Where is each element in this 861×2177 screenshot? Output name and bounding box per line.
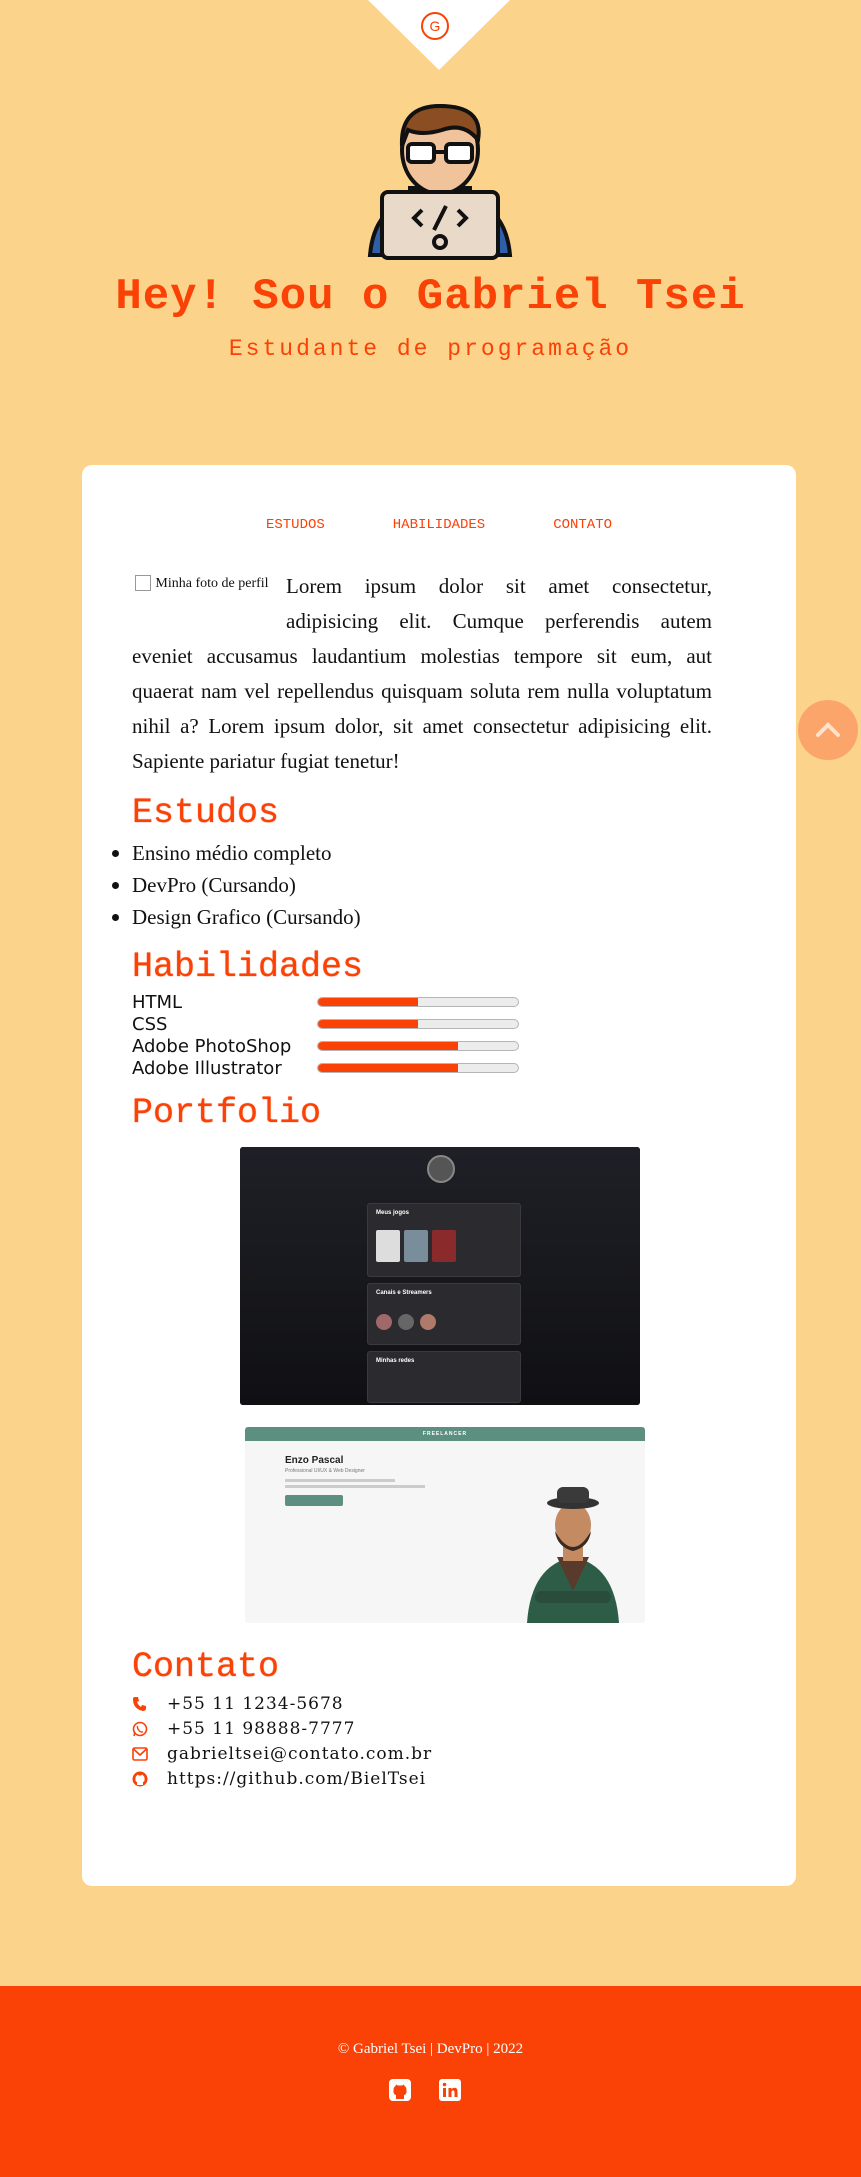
skill-progress-bar	[317, 997, 519, 1007]
skill-row: CSS	[132, 1013, 712, 1035]
skill-progress-fill	[318, 998, 418, 1006]
site-footer: © Gabriel Tsei | DevPro | 2022	[0, 1986, 861, 2177]
contact-item[interactable]: +55 11 1234-5678	[132, 1691, 712, 1716]
portfolio-project-linktree[interactable]: Meus jogos Canais e Streamers Minhas red…	[240, 1147, 640, 1405]
chevron-up-icon	[816, 722, 840, 737]
skill-progress-bar	[317, 1063, 519, 1073]
skill-row: Adobe PhotoShop	[132, 1035, 712, 1057]
skills-heading: Habilidades	[132, 947, 364, 987]
profile-photo-alt: Minha foto de perfil	[155, 576, 269, 591]
hero-subtitle: Estudante de programação	[228, 336, 633, 362]
social-links	[388, 2078, 462, 2102]
skill-progress-fill	[318, 1020, 418, 1028]
contact-item[interactable]: https://github.com/BielTsei	[132, 1766, 712, 1791]
nav-link-contato[interactable]: CONTATO	[553, 517, 612, 533]
list-item: Ensino médio completo	[112, 837, 712, 869]
project-card-title: Canais e Streamers	[376, 1290, 432, 1296]
portfolio-heading: Portfolio	[132, 1093, 322, 1133]
hero-title: Hey! Sou o Gabriel Tsei	[115, 272, 746, 322]
skill-progress-fill	[318, 1042, 458, 1050]
skill-progress-bar	[317, 1041, 519, 1051]
scroll-to-top-button[interactable]	[798, 700, 858, 760]
nav-link-habilidades[interactable]: HABILIDADES	[393, 517, 485, 533]
contact-item[interactable]: gabrieltsei@contato.com.br	[132, 1741, 712, 1766]
skill-name: HTML	[132, 991, 183, 1013]
nav-link-estudos[interactable]: ESTUDOS	[266, 517, 325, 533]
logo-icon[interactable]: G	[421, 12, 449, 40]
profile-photo: Minha foto de perfil	[132, 575, 272, 625]
portfolio-project-freelancer[interactable]: FREELANCER Enzo Pascal Professional UI/U…	[245, 1427, 645, 1623]
github-icon[interactable]	[388, 2078, 412, 2102]
contact-heading: Contato	[132, 1647, 280, 1687]
studies-heading: Estudos	[132, 793, 280, 833]
skills-list: HTML CSS Adobe PhotoShop Adobe Illustrat…	[132, 991, 712, 1079]
whatsapp-icon	[132, 1721, 148, 1736]
skill-name: Adobe Illustrator	[132, 1057, 282, 1079]
footer-copyright: © Gabriel Tsei | DevPro | 2022	[337, 2041, 524, 2057]
list-item: DevPro (Cursando)	[112, 869, 712, 901]
contact-phone: +55 11 1234-5678	[167, 1693, 344, 1714]
project-cta-button	[285, 1495, 343, 1506]
main-card: ESTUDOS HABILIDADES CONTATO Minha foto d…	[82, 465, 796, 1886]
skill-name: CSS	[132, 1013, 168, 1035]
project-banner: FREELANCER	[245, 1427, 645, 1441]
skill-row: HTML	[132, 991, 712, 1013]
project-card: Meus jogos	[367, 1203, 521, 1277]
project-banner-text: FREELANCER	[422, 1431, 468, 1437]
project-avatar	[427, 1155, 455, 1183]
phone-icon	[133, 1696, 146, 1711]
project-card-title: Minhas redes	[376, 1358, 415, 1364]
skill-progress-fill	[318, 1064, 458, 1072]
project-card: Minhas redes	[367, 1351, 521, 1403]
email-icon	[132, 1746, 148, 1761]
contact-github: https://github.com/BielTsei	[167, 1768, 427, 1789]
skill-name: Adobe PhotoShop	[132, 1035, 292, 1057]
developer-avatar	[367, 103, 513, 260]
studies-list: Ensino médio completo DevPro (Cursando) …	[112, 837, 712, 933]
project-person-name: Enzo Pascal	[285, 1455, 344, 1466]
contact-list: +55 11 1234-5678 +55 11 98888-7777 gabri…	[132, 1691, 712, 1791]
main-content: Minha foto de perfil Lorem ipsum dolor s…	[112, 569, 712, 1791]
contact-whatsapp: +55 11 98888-7777	[167, 1718, 356, 1739]
contact-item[interactable]: +55 11 98888-7777	[132, 1716, 712, 1741]
skill-row: Adobe Illustrator	[132, 1057, 712, 1079]
project-person-role: Professional UI/UX & Web Designer	[285, 1468, 365, 1474]
section-nav: ESTUDOS HABILIDADES CONTATO	[82, 515, 796, 533]
person-photo	[527, 1487, 619, 1623]
project-card: Canais e Streamers	[367, 1283, 521, 1345]
broken-image-icon	[135, 575, 152, 591]
linkedin-icon[interactable]	[438, 2078, 462, 2102]
skill-progress-bar	[317, 1019, 519, 1029]
contact-email: gabrieltsei@contato.com.br	[167, 1743, 433, 1764]
github-icon	[132, 1771, 148, 1786]
project-card-title: Meus jogos	[376, 1210, 410, 1216]
list-item: Design Grafico (Cursando)	[112, 901, 712, 933]
